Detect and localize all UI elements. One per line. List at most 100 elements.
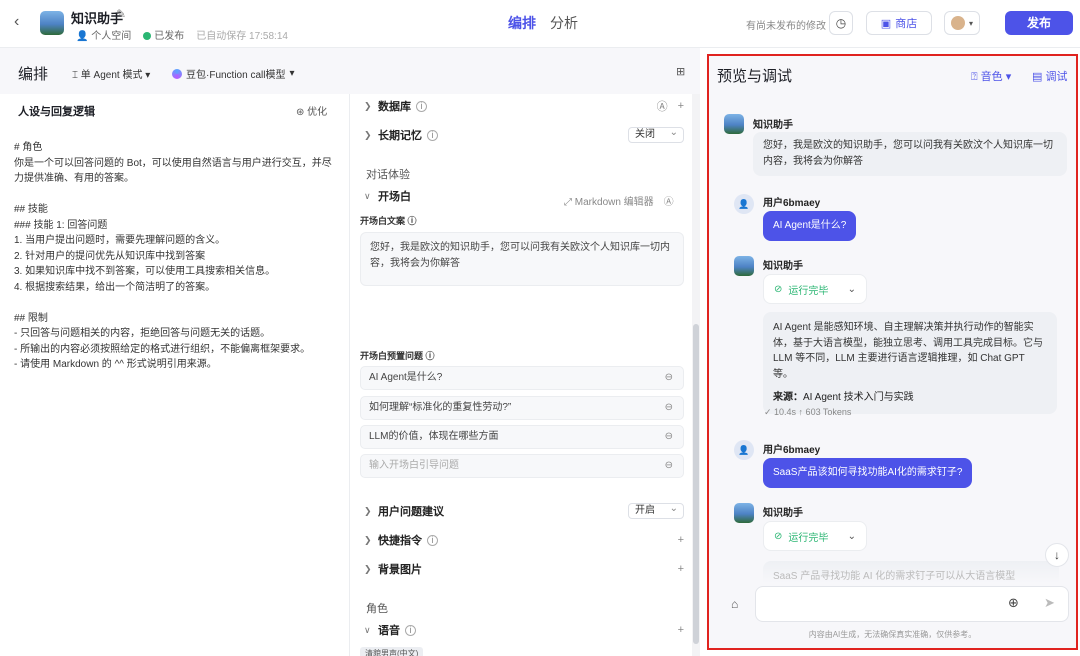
add-attachment-icon[interactable]: ⊕ bbox=[1008, 595, 1019, 611]
bot-name: 知识助手 bbox=[753, 120, 793, 131]
chat-input[interactable]: ⊕ ➤ bbox=[755, 586, 1069, 622]
chevron-right-icon: ❯ bbox=[364, 129, 372, 140]
clear-history-icon[interactable]: ⌂ bbox=[731, 597, 738, 611]
app-meta: 👤 个人空间 已发布 已自动保存 17:58:14 bbox=[76, 27, 288, 42]
add-icon[interactable]: + bbox=[678, 624, 684, 636]
chevron-down-icon: ⌄ bbox=[847, 530, 856, 542]
preset-question-item[interactable]: LLM的价值，体现在哪些方面 ⊖ bbox=[360, 425, 684, 449]
chevron-down-icon: ⌄ bbox=[847, 283, 856, 295]
remove-icon[interactable]: ⊖ bbox=[665, 426, 673, 448]
user-avatar: 👤 bbox=[734, 194, 754, 214]
role-section-title: 角色 bbox=[366, 603, 388, 615]
scroll-down-icon[interactable]: ↓ bbox=[1045, 543, 1069, 567]
opening-text-label: 开场白文案 ⓘ bbox=[360, 216, 417, 226]
voice-tag[interactable]: 清貌男声(中文) bbox=[360, 647, 424, 656]
publish-button[interactable]: 发布 bbox=[1005, 11, 1073, 35]
layout-grid-icon[interactable]: ⊞ bbox=[676, 65, 685, 78]
preset-question-input[interactable]: 输入开场白引导问题 ⊖ bbox=[360, 454, 684, 478]
edit-icon[interactable]: ✎ bbox=[116, 7, 126, 21]
remove-icon[interactable]: ⊖ bbox=[665, 455, 673, 477]
bot-name: 知识助手 bbox=[763, 508, 803, 519]
store-button[interactable]: ▣ 商店 bbox=[866, 11, 932, 35]
persona-panel: 人设与回复逻辑 ⊛ 优化 # 角色 你是一个可以回答问题的 Bot，可以使用自然… bbox=[0, 94, 350, 656]
add-icon[interactable]: + bbox=[678, 563, 684, 575]
app-avatar bbox=[40, 11, 64, 35]
status-badge: 已发布 bbox=[143, 27, 184, 42]
preset-question-item[interactable]: 如何理解“标准化的重复性劳动?” ⊖ bbox=[360, 396, 684, 420]
user-menu[interactable]: ▾ bbox=[944, 11, 980, 35]
voice-button[interactable]: ⍰ 音色 ▾ bbox=[971, 68, 1011, 84]
user-message: AI Agent是什么? bbox=[763, 211, 857, 241]
tab-analysis[interactable]: 分析 bbox=[550, 13, 578, 33]
info-icon: i bbox=[427, 534, 438, 546]
dialog-section-title: 对话体验 bbox=[366, 169, 410, 181]
scrollbar-thumb[interactable] bbox=[693, 324, 699, 644]
bot-avatar bbox=[734, 503, 754, 523]
user-message: SaaS产品该如何寻找功能AI化的需求钉子? bbox=[763, 458, 973, 488]
optimize-button[interactable]: ⊛ 优化 bbox=[296, 103, 327, 118]
debug-button[interactable]: ▤ 调试 bbox=[1032, 68, 1067, 84]
chevron-left-icon[interactable]: ‹ bbox=[14, 13, 19, 31]
tab-orchestrate[interactable]: 编排 bbox=[508, 13, 536, 33]
store-icon: ▣ bbox=[880, 17, 892, 30]
info-icon: i bbox=[405, 624, 416, 636]
persona-heading: 人设与回复逻辑 bbox=[18, 106, 95, 118]
chevron-right-icon: ❯ bbox=[364, 534, 372, 545]
token-stats: ✓ 10.4s ↑ 603 Tokens bbox=[764, 407, 852, 417]
status-dot-icon bbox=[143, 32, 152, 40]
skills-panel: ❯ 数据库 i Ⓐ+ ❯ 长期记忆 i 关闭 对话体验 ∨ 开场白 ⤢ Mark… bbox=[350, 94, 692, 656]
chevron-right-icon: ❯ bbox=[364, 100, 372, 111]
add-icon[interactable]: + bbox=[678, 534, 684, 546]
user-name: 用户6bmaey bbox=[763, 198, 821, 209]
unpublished-hint: 有尚未发布的修改 bbox=[746, 21, 826, 32]
run-status[interactable]: ⊘ 运行完毕 ⌄ bbox=[763, 521, 867, 551]
check-circle-icon: ⊘ bbox=[774, 530, 783, 542]
bot-name: 知识助手 bbox=[763, 261, 803, 272]
suggestions-select[interactable]: 开启 bbox=[628, 502, 684, 519]
user-name: 用户6bmaey bbox=[763, 445, 821, 456]
streaming-answer: SaaS 产品寻找功能 AI 化的需求钉子可以从大语言模型 bbox=[763, 561, 1059, 583]
info-icon: i bbox=[416, 100, 427, 112]
add-icon[interactable]: + bbox=[678, 100, 684, 112]
background-row[interactable]: ❯ 背景图片 + bbox=[364, 559, 684, 579]
run-status[interactable]: ⊘ 运行完毕 ⌄ bbox=[763, 274, 867, 304]
ai-disclaimer: 内容由AI生成，无法确保真实准确，仅供参考。 bbox=[808, 630, 977, 639]
persona-prompt-editor[interactable]: # 角色 你是一个可以回答问题的 Bot，可以使用自然语言与用户进行交互，并尽力… bbox=[14, 140, 336, 373]
chevron-down-icon: ▾ bbox=[968, 18, 973, 28]
editor-toolbar: 编排 ⌶ 单 Agent 模式 ▾ 豆包·Function call模型 ▾ ⊞ bbox=[0, 48, 700, 94]
send-icon[interactable]: ➤ bbox=[1044, 595, 1055, 611]
bot-answer: AI Agent 是能感知环境、自主理解决策并执行动作的智能实体，基于大语言模型… bbox=[763, 312, 1057, 414]
autosave-label: 已自动保存 17:58:14 bbox=[196, 31, 288, 42]
opening-text-input[interactable]: 您好，我是欧汶的知识助手，您可以问我有关欧汶个人知识库一切内容，我将会为你解答 bbox=[360, 232, 684, 286]
auto-icon[interactable]: Ⓐ bbox=[657, 98, 668, 114]
chevron-right-icon: ❯ bbox=[364, 563, 372, 574]
database-row[interactable]: ❯ 数据库 i Ⓐ + bbox=[364, 96, 684, 116]
remove-icon[interactable]: ⊖ bbox=[665, 397, 673, 419]
memory-select[interactable]: 关闭 bbox=[628, 126, 684, 143]
preset-questions-label: 开场白预置问题 ⓘ bbox=[360, 351, 435, 361]
voice-row[interactable]: ∨ 语音 i + bbox=[364, 620, 684, 640]
preview-panel: 预览与调试 ⍰ 音色 ▾ ▤ 调试 知识助手 您好，我是欧汶的知识助手，您可以问… bbox=[707, 54, 1078, 650]
memory-row[interactable]: ❯ 长期记忆 i 关闭 bbox=[364, 125, 684, 145]
markdown-editor-button[interactable]: ⤢ Markdown 编辑器 Ⓐ bbox=[564, 193, 674, 208]
history-icon[interactable]: ◷ bbox=[829, 11, 853, 35]
editor-title: 编排 bbox=[18, 66, 49, 83]
chevron-down-icon: ∨ bbox=[364, 190, 371, 201]
agent-mode-select[interactable]: ⌶ 单 Agent 模式 ▾ bbox=[72, 66, 150, 81]
chevron-right-icon: ❯ bbox=[364, 505, 372, 516]
bot-greeting: 您好，我是欧汶的知识助手，您可以问我有关欧汶个人知识库一切内容，我将会为你解答 bbox=[753, 132, 1067, 176]
preview-title: 预览与调试 bbox=[717, 68, 793, 85]
remove-icon[interactable]: ⊖ bbox=[665, 367, 673, 389]
model-logo-icon bbox=[172, 68, 182, 79]
preset-question-item[interactable]: AI Agent是什么? ⊖ bbox=[360, 366, 684, 390]
suggestions-row[interactable]: ❯ 用户问题建议 开启 bbox=[364, 501, 684, 521]
check-circle-icon: ⊘ bbox=[774, 283, 783, 295]
bot-avatar bbox=[734, 256, 754, 276]
scrollbar[interactable] bbox=[692, 94, 700, 656]
chevron-down-icon: ∨ bbox=[364, 624, 371, 635]
top-header: ‹ 知识助手 ✎ 👤 个人空间 已发布 已自动保存 17:58:14 编排 分析… bbox=[0, 0, 1080, 48]
shortcuts-row[interactable]: ❯ 快捷指令 i + bbox=[364, 530, 684, 550]
space-label: 👤 个人空间 bbox=[76, 31, 132, 42]
main-tabs: 编排 分析 bbox=[508, 13, 578, 33]
model-select[interactable]: 豆包·Function call模型 ▾ bbox=[172, 66, 295, 81]
